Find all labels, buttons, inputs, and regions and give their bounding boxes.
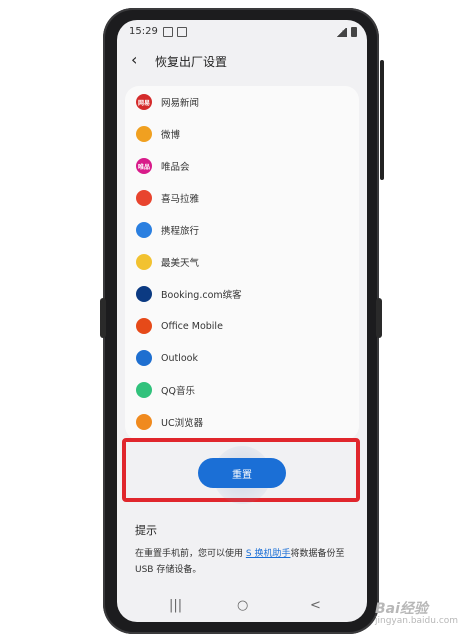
watermark: Bai经验 jingyan.baidu.com: [375, 598, 458, 626]
watermark-subtext: jingyan.baidu.com: [375, 616, 459, 626]
tips-text: 在重置手机前，您可以使用 S 换机助手将数据备份至 USB 存储设备。: [135, 546, 350, 578]
header: ‹ 恢复出厂设置: [117, 46, 367, 76]
weibo-icon: [136, 126, 152, 142]
status-bar: 15:29: [117, 20, 367, 44]
notification-icons: [163, 27, 187, 37]
list-item[interactable]: UC浏览器: [125, 408, 359, 436]
battery-icon: [351, 27, 357, 37]
list-item-label: 唯品会: [161, 162, 190, 173]
list-item-label: 最美天气: [161, 258, 200, 269]
page-title: 恢复出厂设置: [155, 55, 228, 69]
tips-title: 提示: [135, 524, 157, 537]
list-item-label: UC浏览器: [161, 418, 204, 429]
list-item[interactable]: 网易 网易新闻: [125, 88, 359, 116]
list-item-label: Office Mobile: [161, 320, 223, 332]
signal-icon: [335, 27, 347, 37]
ximalaya-icon: [136, 190, 152, 206]
list-item-label: QQ音乐: [161, 386, 195, 397]
hinge-left: [100, 298, 106, 338]
vipshop-icon: 唯品: [136, 158, 152, 174]
list-item[interactable]: 喜马拉雅: [125, 184, 359, 212]
booking-icon: [136, 286, 152, 302]
side-button: [380, 60, 384, 180]
reset-button[interactable]: 重置: [198, 458, 286, 488]
list-item[interactable]: QQ音乐: [125, 376, 359, 404]
status-right: [335, 27, 357, 37]
list-item[interactable]: 最美天气: [125, 248, 359, 276]
list-item-label: 喜马拉雅: [161, 194, 200, 205]
back-arrow-icon[interactable]: ‹: [131, 50, 137, 69]
list-item-label: 微博: [161, 130, 181, 141]
list-item[interactable]: 携程旅行: [125, 216, 359, 244]
weather-icon: [136, 254, 152, 270]
qq-music-icon: [136, 382, 152, 398]
list-item-label: Booking.com缤客: [161, 290, 242, 301]
office-icon: [136, 318, 152, 334]
netease-news-icon: 网易: [136, 94, 152, 110]
recent-apps-button[interactable]: |||: [169, 598, 182, 613]
home-button[interactable]: ○: [237, 598, 248, 613]
list-item-label: 携程旅行: [161, 226, 200, 237]
list-item[interactable]: 微博: [125, 120, 359, 148]
list-item[interactable]: Outlook: [125, 344, 359, 372]
list-item[interactable]: Office Mobile: [125, 312, 359, 340]
status-time: 15:29: [129, 26, 158, 37]
outlook-icon: [136, 350, 152, 366]
message-icon: [177, 27, 187, 37]
list-item[interactable]: 唯品 唯品会: [125, 152, 359, 180]
smart-switch-link[interactable]: S 换机助手: [246, 549, 291, 559]
gallery-icon: [163, 27, 173, 37]
navigation-bar: ||| ○ <: [117, 592, 367, 622]
phone-screen: 15:29 ‹ 恢复出厂设置 网易 网易新闻微博唯品 唯品会喜马拉雅携程旅行最美天气…: [117, 20, 367, 622]
list-item-label: Outlook: [161, 352, 198, 364]
tips-text-before: 在重置手机前，您可以使用: [135, 549, 246, 559]
nav-back-button[interactable]: <: [310, 598, 321, 613]
watermark-text: Bai经验: [375, 601, 428, 617]
app-list: 网易 网易新闻微博唯品 唯品会喜马拉雅携程旅行最美天气 Booking.com缤客 Of…: [125, 86, 359, 440]
list-item-label: 网易新闻: [161, 98, 200, 109]
ctrip-icon: [136, 222, 152, 238]
hinge-right: [376, 298, 382, 338]
uc-browser-icon: [136, 414, 152, 430]
list-item[interactable]: Booking.com缤客: [125, 280, 359, 308]
